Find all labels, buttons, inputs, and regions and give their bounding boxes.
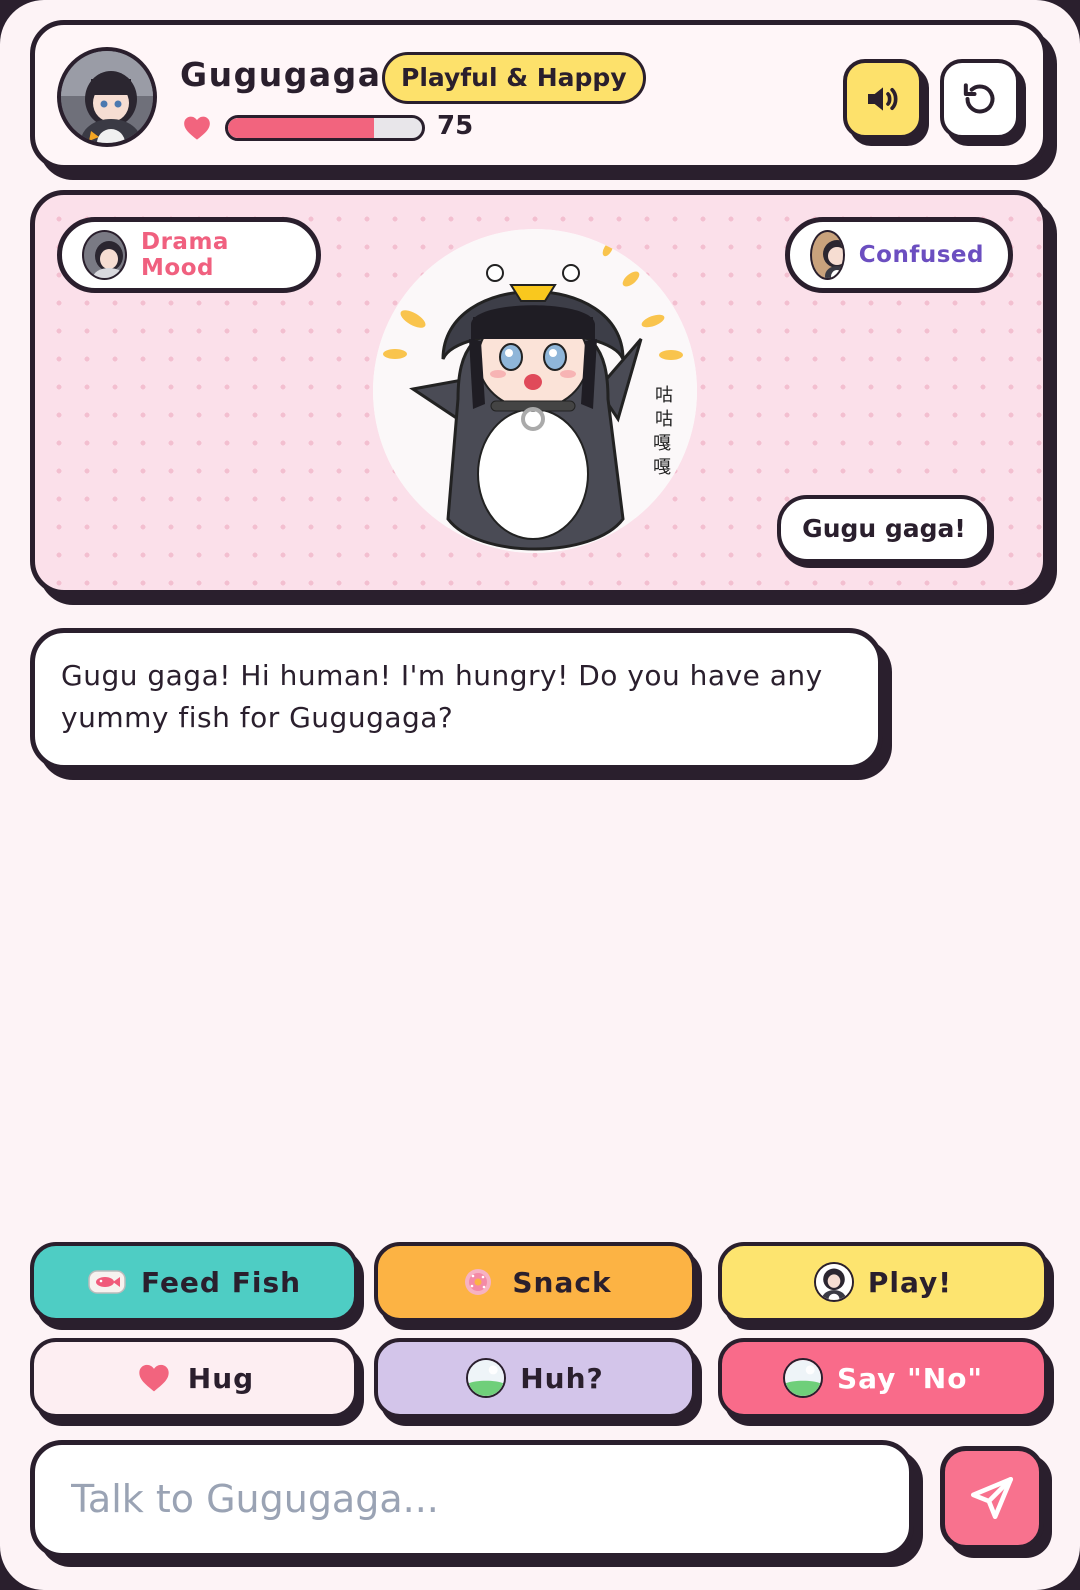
play-label: Play! [867, 1265, 953, 1299]
chat-message: Gugu gaga! Hi human! I'm hungry! Do you … [30, 628, 883, 770]
heart-icon [184, 116, 210, 140]
send-button[interactable] [940, 1446, 1044, 1550]
svg-text:咕: 咕 [655, 409, 673, 430]
penguin-avatar-icon [813, 1262, 854, 1302]
confused-mood-avatar-icon [810, 230, 845, 280]
svg-text:嘎: 嘎 [653, 457, 671, 478]
pet-stage: Drama Mood Confused 咕 咕 嘎 嘎 Gugu gaga! [30, 190, 1048, 595]
chat-input[interactable] [30, 1440, 914, 1558]
globe-icon [782, 1358, 823, 1398]
affection-value: 75 [437, 111, 474, 141]
drama-mood-button[interactable]: Drama Mood [57, 217, 321, 293]
feed-fish-label: Feed Fish [140, 1265, 302, 1299]
say-no-label: Say "No" [836, 1361, 984, 1395]
app-window: Gugugaga Playful & Happy 75 Drama Mood C… [0, 0, 1080, 1590]
pet-status-header: Gugugaga Playful & Happy 75 [30, 20, 1048, 170]
send-icon [970, 1476, 1014, 1520]
donut-icon [458, 1262, 498, 1302]
drama-mood-avatar-icon [82, 230, 127, 280]
fish-icon [87, 1262, 127, 1302]
huh-button[interactable]: Huh? [374, 1338, 696, 1418]
speech-bubble: Gugu gaga! [777, 495, 991, 563]
heart-icon [134, 1358, 174, 1398]
affection-bar-fill [228, 118, 374, 138]
drama-mood-label: Drama Mood [141, 229, 229, 281]
hug-label: Hug [187, 1361, 255, 1395]
pet-name: Gugugaga [180, 55, 382, 94]
penguin-character-image[interactable]: 咕 咕 嘎 嘎 [373, 229, 697, 553]
snack-button[interactable]: Snack [374, 1242, 696, 1322]
confused-mood-button[interactable]: Confused [785, 217, 1013, 293]
snack-label: Snack [512, 1265, 612, 1299]
feed-fish-button[interactable]: Feed Fish [30, 1242, 358, 1322]
confused-mood-label: Confused [858, 242, 984, 268]
mood-badge: Playful & Happy [382, 52, 646, 104]
affection-bar [225, 115, 425, 141]
globe-icon [466, 1358, 507, 1398]
pet-avatar [57, 47, 157, 147]
say-no-button[interactable]: Say "No" [718, 1338, 1048, 1418]
svg-text:嘎: 嘎 [653, 433, 671, 454]
sound-toggle-button[interactable] [843, 59, 923, 139]
svg-text:咕: 咕 [655, 385, 673, 406]
reset-button[interactable] [940, 59, 1020, 139]
rotate-ccw-icon [963, 83, 995, 114]
play-button[interactable]: Play! [718, 1242, 1048, 1322]
speaker-icon [868, 87, 898, 111]
hug-button[interactable]: Hug [30, 1338, 358, 1418]
huh-label: Huh? [520, 1361, 604, 1395]
chat-message-text: Gugu gaga! Hi human! I'm hungry! Do you … [61, 659, 823, 734]
